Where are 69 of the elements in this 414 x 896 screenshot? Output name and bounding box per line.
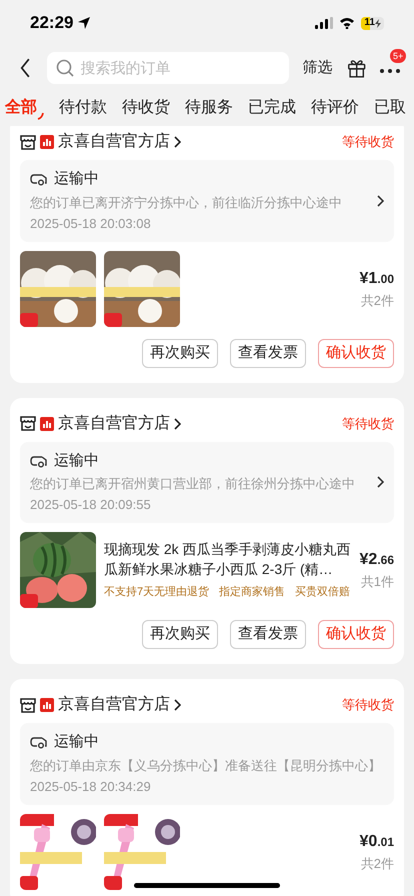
search-icon [56, 59, 74, 77]
tracking-time: 2025-05-18 20:09:55 [30, 496, 152, 514]
order-tab[interactable]: 已完成 [248, 94, 296, 122]
tracking-title: 运输中 [54, 169, 99, 189]
wifi-icon [339, 17, 356, 29]
back-icon [20, 57, 31, 79]
order-price: ¥2.66 [360, 550, 394, 570]
store-icon [20, 416, 36, 431]
chevron-right-icon [174, 699, 181, 711]
item-count: 共1件 [360, 573, 394, 592]
order-action-button[interactable]: 查看发票 [230, 620, 306, 649]
tab-indicator-icon [37, 112, 44, 120]
battery-level: 11 [364, 18, 375, 28]
item-count: 共2件 [360, 292, 394, 310]
tracking-message: 您的订单已离开济宁分拣中心，前往临沂分拣中心途中 [30, 194, 343, 212]
bolt-icon [375, 18, 381, 28]
gift-icon [346, 57, 366, 79]
search-field[interactable]: 搜索我的订单 [46, 52, 289, 84]
tracking-message: 您的订单由京东【义乌分拣中心】准备送往【昆明分拣中心】 [30, 756, 381, 774]
store-icon [20, 134, 36, 150]
store-link[interactable]: 京喜自营官方店 [58, 693, 181, 717]
signal-icon [315, 17, 334, 29]
product-tag: 买贵双倍赔 [295, 584, 350, 601]
tracking-time: 2025-05-18 20:03:08 [30, 214, 152, 232]
tracking-title: 运输中 [54, 450, 99, 470]
order-status: 等待收货 [342, 133, 394, 152]
filter-button[interactable]: 筛选 [302, 56, 333, 80]
clock-time: 22:29 [30, 12, 74, 34]
product-title: 现摘现发 2k 西瓜当季手剥薄皮小糖丸西瓜新鲜水果冰糖子小西瓜 2-3斤 (精… [104, 540, 352, 580]
order-action-button[interactable]: 确认收货 [318, 620, 394, 649]
order-tab[interactable]: 待服务 [185, 94, 233, 122]
notification-badge: 5+ [390, 49, 406, 63]
order-action-button[interactable]: 查看发票 [230, 338, 306, 368]
chevron-right-icon [377, 194, 384, 207]
order-tab[interactable]: 待评价 [311, 94, 359, 122]
product-tag: 不支持7天无理由退货 [104, 584, 210, 601]
chevron-right-icon [174, 418, 181, 430]
shop-logo-icon [40, 698, 54, 712]
order-tab[interactable]: 待收货 [122, 94, 170, 122]
product-tag: 指定商家销售 [219, 584, 286, 601]
order-tab[interactable]: 待付款 [59, 94, 107, 122]
store-link[interactable]: 京喜自营官方店 [58, 412, 181, 436]
order-tab[interactable]: 全部 [5, 94, 37, 122]
chevron-right-icon [377, 476, 384, 488]
order-action-button[interactable]: 确认收货 [318, 338, 394, 368]
location-arrow-icon [77, 16, 92, 30]
shop-logo-icon [40, 416, 54, 430]
order-status: 等待收货 [342, 696, 394, 714]
chevron-right-icon [174, 136, 181, 148]
tracking-panel[interactable]: 运输中 您的订单已离开济宁分拣中心，前往临沂分拣中心途中 2025-05-18 20:03:08 [20, 160, 394, 242]
tracking-title: 运输中 [54, 732, 99, 752]
shop-logo-icon [40, 135, 54, 149]
item-count: 共2件 [360, 854, 394, 873]
truck-icon [30, 735, 48, 750]
more-icon [380, 69, 400, 73]
tracking-time: 2025-05-18 20:34:29 [30, 778, 152, 796]
store-icon [20, 698, 36, 712]
tracking-panel[interactable]: 运输中 您的订单已离开宿州黄口营业部，前往徐州分拣中心途中 2025-05-18 20:09:55 [20, 442, 394, 523]
order-price: ¥1.00 [360, 268, 394, 289]
store-link[interactable]: 京喜自营官方店 [58, 130, 181, 154]
order-status: 等待收货 [342, 414, 394, 433]
tracking-message: 您的订单已离开宿州黄口营业部，前往徐州分拣中心途中 [30, 475, 356, 493]
order-action-button[interactable]: 再次购买 [142, 620, 218, 649]
tracking-panel[interactable]: 运输中 您的订单由京东【义乌分拣中心】准备送往【昆明分拣中心】 2025-05-18 20:34:29 [20, 723, 394, 804]
order-action-button[interactable]: 再次购买 [142, 338, 218, 368]
order-tab[interactable]: 已取 [374, 94, 406, 122]
order-price: ¥0.01 [360, 832, 394, 852]
truck-icon [30, 172, 48, 186]
truck-icon [30, 454, 48, 468]
